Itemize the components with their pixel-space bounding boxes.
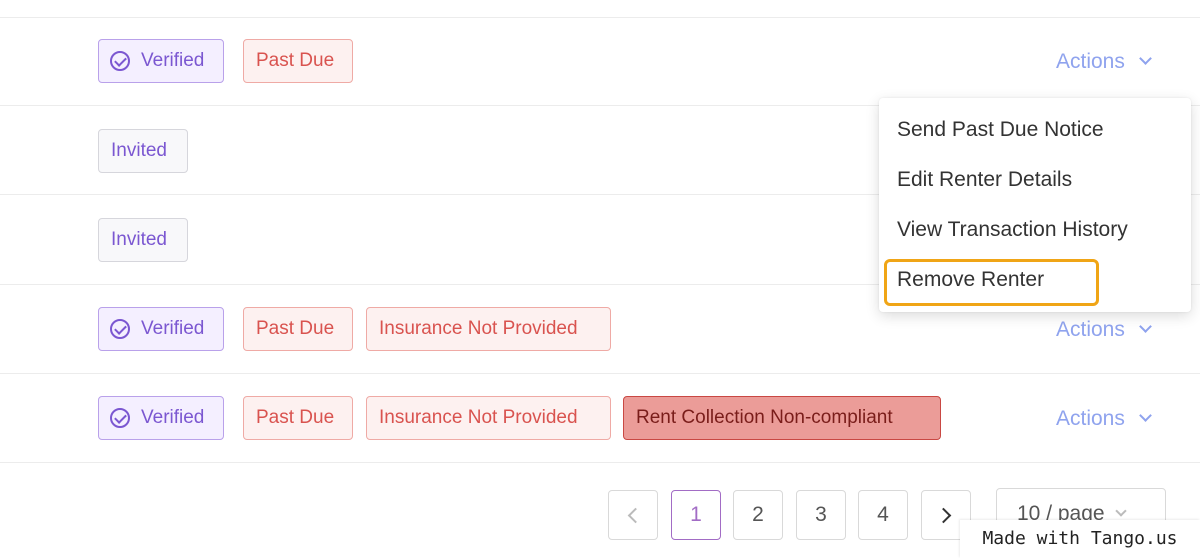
page-button-2[interactable]: 2 <box>733 490 783 540</box>
menu-item-view-transaction-history[interactable]: View Transaction History <box>897 215 1128 245</box>
insurance-badge: Insurance Not Provided <box>366 307 611 351</box>
rent-noncompliant-badge: Rent Collection Non-compliant <box>623 396 941 440</box>
chevron-down-icon <box>1139 320 1152 333</box>
badge-label: Verified <box>141 50 205 71</box>
check-circle-icon <box>110 51 130 71</box>
chevron-down-icon <box>1139 409 1152 422</box>
menu-item-edit-renter-details[interactable]: Edit Renter Details <box>897 165 1072 195</box>
past-due-badge: Past Due <box>243 396 353 440</box>
check-circle-icon <box>110 408 130 428</box>
verified-badge: Verified <box>98 39 224 83</box>
verified-badge: Verified <box>98 307 224 351</box>
actions-label: Actions <box>1056 318 1125 341</box>
chevron-down-icon <box>1139 52 1152 65</box>
badge-label: Invited <box>111 229 167 250</box>
badge-label: Verified <box>141 407 205 428</box>
past-due-badge: Past Due <box>243 39 353 83</box>
actions-label: Actions <box>1056 407 1125 430</box>
badge-label: Verified <box>141 318 205 339</box>
menu-item-send-past-due-notice[interactable]: Send Past Due Notice <box>897 115 1104 145</box>
check-circle-icon <box>110 319 130 339</box>
watermark: Made with Tango.us <box>960 520 1200 558</box>
badge-label: Past Due <box>256 407 335 428</box>
chevron-left-icon <box>627 507 644 524</box>
actions-dropdown[interactable]: Actions <box>1056 404 1152 434</box>
prev-page-button[interactable] <box>608 490 658 540</box>
highlight-box <box>884 259 1099 306</box>
past-due-badge: Past Due <box>243 307 353 351</box>
page-button-3[interactable]: 3 <box>796 490 846 540</box>
invited-badge: Invited <box>98 129 188 173</box>
chevron-right-icon <box>935 507 952 524</box>
badge-label: Insurance Not Provided <box>379 407 578 428</box>
page-button-1[interactable]: 1 <box>671 490 721 540</box>
badge-label: Past Due <box>256 50 335 71</box>
invited-badge: Invited <box>98 218 188 262</box>
page-button-4[interactable]: 4 <box>858 490 908 540</box>
badge-label: Past Due <box>256 318 335 339</box>
badge-label: Rent Collection Non-compliant <box>636 407 893 428</box>
verified-badge: Verified <box>98 396 224 440</box>
chevron-down-icon <box>1114 505 1127 517</box>
actions-dropdown[interactable]: Actions <box>1056 315 1152 345</box>
actions-dropdown[interactable]: Actions <box>1056 47 1152 77</box>
badge-label: Insurance Not Provided <box>379 318 578 339</box>
insurance-badge: Insurance Not Provided <box>366 396 611 440</box>
badge-label: Invited <box>111 140 167 161</box>
actions-label: Actions <box>1056 50 1125 73</box>
